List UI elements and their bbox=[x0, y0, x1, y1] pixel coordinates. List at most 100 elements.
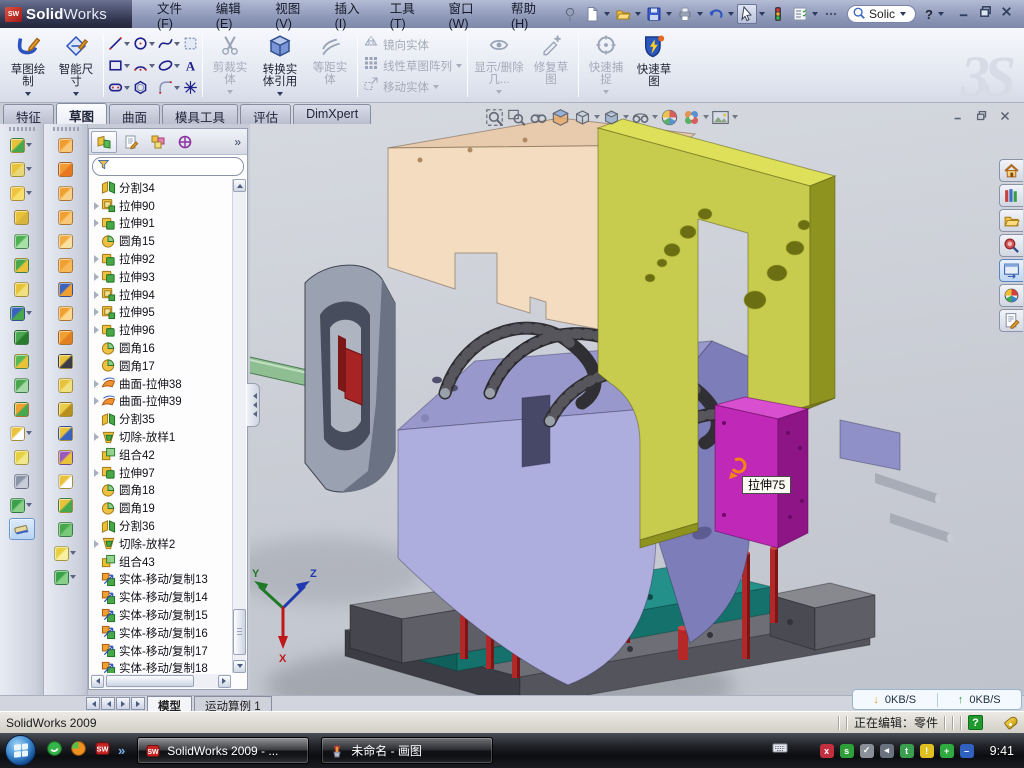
toolbar-drag-handle[interactable] bbox=[9, 127, 35, 131]
view-orientation-button[interactable] bbox=[572, 107, 593, 128]
line-button[interactable] bbox=[107, 33, 131, 55]
apply-scene-button[interactable] bbox=[681, 107, 702, 128]
expand-arrow-icon[interactable] bbox=[91, 202, 101, 210]
move-entities-button[interactable]: 移动实体 bbox=[361, 77, 464, 97]
appearances-scenes-tab[interactable] bbox=[999, 284, 1023, 307]
feature-toolbar-button[interactable] bbox=[44, 133, 87, 157]
magnified-selection-button[interactable] bbox=[528, 107, 549, 128]
chevron-down-icon[interactable] bbox=[26, 143, 32, 150]
zoom-to-area-button[interactable] bbox=[506, 107, 527, 128]
restore-button[interactable] bbox=[978, 4, 993, 24]
expand-arrow-icon[interactable] bbox=[91, 308, 101, 316]
shield-plus-icon[interactable]: + bbox=[940, 744, 954, 758]
messenger-icon[interactable] bbox=[46, 740, 63, 762]
feature-toolbar-button[interactable] bbox=[0, 301, 43, 325]
panel-collapse-handle[interactable] bbox=[247, 383, 260, 427]
update-badge-icon[interactable]: ✓ bbox=[860, 744, 874, 758]
tab-曲面[interactable]: 曲面 bbox=[109, 104, 160, 124]
feature-toolbar-button[interactable] bbox=[44, 373, 87, 397]
feature-toolbar-button[interactable] bbox=[0, 229, 43, 253]
scroll-thumb[interactable] bbox=[233, 609, 246, 655]
chevron-down-icon[interactable] bbox=[174, 86, 180, 93]
edit-appearance-button[interactable] bbox=[659, 107, 680, 128]
expand-arrow-icon[interactable] bbox=[91, 469, 101, 477]
solidworks-quick-icon[interactable]: SW bbox=[94, 740, 111, 762]
chevron-down-icon[interactable] bbox=[652, 115, 658, 122]
close-button[interactable] bbox=[999, 4, 1014, 24]
selection-box-button[interactable] bbox=[182, 33, 199, 55]
chevron-down-icon[interactable] bbox=[666, 12, 672, 19]
menu-item[interactable]: 文件(F) bbox=[146, 0, 205, 35]
tree-item[interactable]: 实体-移动/复制18 bbox=[91, 660, 231, 673]
smart-dimension-button[interactable]: 智能尺寸 bbox=[52, 31, 100, 100]
feature-toolbar-button[interactable] bbox=[0, 253, 43, 277]
tree-item[interactable]: 实体-移动/复制13 bbox=[91, 571, 231, 589]
document-min-button[interactable] bbox=[952, 109, 966, 128]
tree-item[interactable]: 组合43 bbox=[91, 553, 231, 571]
trim-entities-button[interactable]: 剪裁实体 bbox=[206, 31, 254, 100]
chevron-down-icon[interactable] bbox=[900, 12, 906, 19]
point-button[interactable] bbox=[182, 77, 199, 99]
toolbar-drag-handle[interactable] bbox=[53, 127, 79, 131]
quick-snaps-button[interactable]: 快速捕捉 bbox=[582, 31, 630, 100]
tab-模具工具[interactable]: 模具工具 bbox=[162, 104, 238, 124]
feature-toolbar-button[interactable] bbox=[0, 205, 43, 229]
feature-toolbar-button[interactable] bbox=[44, 205, 87, 229]
feature-toolbar-button[interactable] bbox=[0, 349, 43, 373]
chevron-down-icon[interactable] bbox=[26, 167, 32, 174]
model-tab[interactable]: 模型 bbox=[147, 696, 192, 711]
arc-button[interactable] bbox=[132, 55, 156, 77]
launcher-icon[interactable] bbox=[70, 740, 87, 762]
document-restore-button[interactable] bbox=[975, 109, 989, 128]
chevron-down-icon[interactable] bbox=[149, 42, 155, 49]
linear-sketch-pattern-button[interactable]: 线性草图阵列 bbox=[361, 56, 464, 76]
tree-item[interactable]: 实体-移动/复制16 bbox=[91, 624, 231, 642]
tab-DimXpert[interactable]: DimXpert bbox=[293, 104, 371, 124]
feature-toolbar-button[interactable] bbox=[44, 397, 87, 421]
search-resources-tab[interactable] bbox=[999, 234, 1023, 257]
feature-toolbar-button[interactable] bbox=[44, 301, 87, 325]
feature-toolbar-button[interactable] bbox=[44, 349, 87, 373]
hide-show-items-button[interactable] bbox=[630, 107, 651, 128]
tree-item[interactable]: 拉伸97 bbox=[91, 464, 231, 482]
chevron-down-icon[interactable] bbox=[732, 115, 738, 122]
taskbar-button[interactable]: SWSolidWorks 2009 - ... bbox=[137, 737, 309, 764]
menu-item[interactable]: 视图(V) bbox=[264, 0, 323, 35]
scroll-right-button[interactable] bbox=[218, 675, 231, 688]
document-close-button[interactable] bbox=[998, 109, 1012, 128]
select-icon[interactable] bbox=[737, 4, 757, 24]
previous-tab-button[interactable] bbox=[101, 697, 115, 710]
ellipse-button[interactable] bbox=[157, 55, 181, 77]
feature-toolbar-button[interactable] bbox=[0, 469, 43, 493]
expand-arrow-icon[interactable] bbox=[91, 219, 101, 227]
input-keyboard-icon[interactable] bbox=[772, 740, 788, 761]
sketch-text-button[interactable]: A bbox=[182, 55, 199, 77]
chevron-down-icon[interactable] bbox=[26, 431, 32, 438]
tree-vertical-scrollbar[interactable] bbox=[232, 179, 246, 673]
first-tab-button[interactable] bbox=[86, 697, 100, 710]
network-warning-icon[interactable]: ! bbox=[920, 744, 934, 758]
tab-草图[interactable]: 草图 bbox=[56, 103, 107, 124]
tree-item[interactable]: 拉伸93 bbox=[91, 268, 231, 286]
tree-item[interactable]: 拉伸92 bbox=[91, 250, 231, 268]
scroll-left-button[interactable] bbox=[91, 675, 104, 688]
open-icon[interactable] bbox=[613, 4, 633, 24]
tree-item[interactable]: 曲面-拉伸38 bbox=[91, 375, 231, 393]
custom-properties-tab[interactable] bbox=[999, 309, 1023, 332]
feature-toolbar-button[interactable] bbox=[0, 133, 43, 157]
property-manager-tab[interactable] bbox=[118, 131, 144, 153]
feature-toolbar-button[interactable] bbox=[0, 445, 43, 469]
expand-arrow-icon[interactable] bbox=[91, 255, 101, 263]
offset-entities-button[interactable]: 等距实体 bbox=[306, 31, 354, 100]
scroll-up-button[interactable] bbox=[233, 179, 246, 192]
feature-toolbar-button[interactable] bbox=[0, 181, 43, 205]
new-document-icon[interactable] bbox=[582, 4, 602, 24]
feature-manager-tab[interactable] bbox=[91, 131, 117, 153]
security-center-icon[interactable]: x bbox=[820, 744, 834, 758]
feature-toolbar-button[interactable] bbox=[44, 229, 87, 253]
chevron-down-icon[interactable] bbox=[635, 12, 641, 19]
feature-toolbar-button[interactable] bbox=[0, 373, 43, 397]
feature-toolbar-button[interactable] bbox=[44, 421, 87, 445]
tree-filter-input[interactable] bbox=[92, 157, 244, 176]
tree-horizontal-scrollbar[interactable] bbox=[91, 674, 231, 688]
